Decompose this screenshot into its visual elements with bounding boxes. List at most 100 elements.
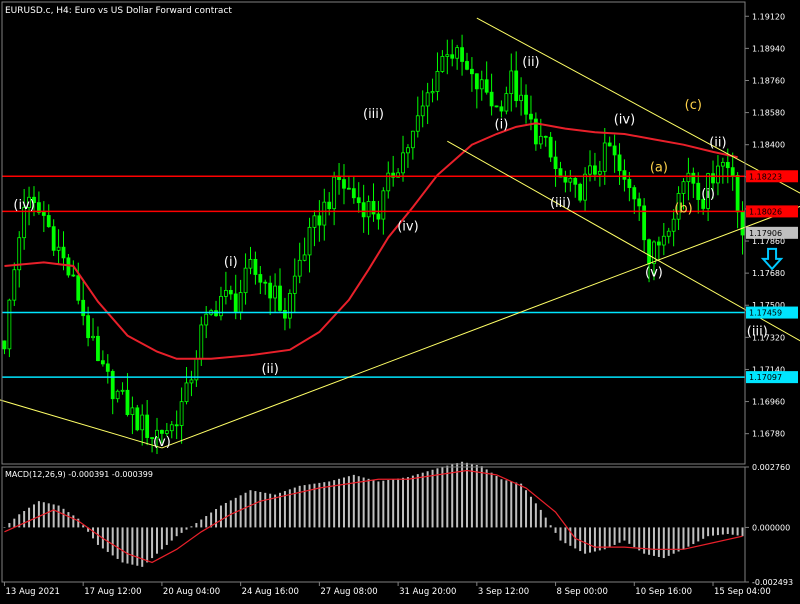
chart-title: EURUSD.c, H4: Euro vs US Dollar Forward …: [5, 6, 232, 16]
candle-body: [716, 165, 720, 184]
macd-histogram-bar: [126, 527, 129, 564]
wave-label: (i): [495, 118, 509, 133]
candle-body: [268, 282, 273, 299]
macd-histogram-bar: [32, 504, 35, 528]
macd-histogram-bar: [520, 483, 523, 528]
candle-body: [548, 136, 553, 158]
chart-canvas[interactable]: EURUSD.c, H4: Euro vs US Dollar Forward …: [0, 0, 800, 600]
candle-body: [529, 113, 533, 120]
candle-body: [199, 324, 204, 360]
candle-body: [376, 213, 381, 220]
macd-histogram-bar: [421, 472, 424, 528]
macd-histogram-bar: [554, 527, 557, 533]
candle-body: [519, 94, 524, 102]
macd-histogram-bar: [23, 511, 26, 528]
macd-histogram-bar: [111, 527, 114, 556]
candle-body: [583, 173, 587, 201]
candle-body: [184, 382, 189, 403]
candle-body: [465, 61, 469, 70]
candle-body: [81, 299, 86, 317]
candle-body: [588, 165, 592, 175]
macd-histogram-bar: [559, 527, 562, 541]
macd-histogram-bar: [106, 527, 109, 552]
macd-histogram-bar: [377, 481, 380, 528]
candle-body: [720, 161, 725, 167]
candle-body: [499, 106, 504, 112]
candle-body: [455, 47, 460, 59]
candle-body: [135, 407, 140, 431]
candle-body: [543, 135, 548, 138]
macd-histogram-bar: [264, 492, 267, 528]
macd-histogram-bar: [283, 491, 286, 528]
macd-histogram-bar: [618, 527, 621, 543]
macd-histogram-bar: [657, 527, 660, 557]
candle-body: [479, 79, 484, 90]
candle-body: [105, 363, 110, 372]
candle-body: [169, 424, 174, 432]
candle-body: [504, 93, 509, 112]
macd-histogram-bar: [382, 480, 385, 528]
macd-histogram-bar: [741, 527, 744, 537]
macd-histogram-bar: [357, 476, 360, 528]
macd-histogram-bar: [175, 527, 178, 537]
macd-histogram-bar: [529, 496, 532, 528]
candle-body: [474, 73, 479, 90]
macd-histogram-bar: [638, 527, 641, 551]
candle-body: [730, 167, 735, 176]
wave-label: (b): [674, 201, 692, 216]
candle-body: [740, 211, 745, 236]
macd-histogram-bar: [707, 527, 710, 537]
wave-label: (ii): [709, 135, 726, 150]
macd-histogram-bar: [702, 527, 705, 539]
macd-histogram-bar: [328, 481, 331, 528]
macd-histogram-bar: [72, 515, 75, 528]
macd-histogram-bar: [279, 492, 282, 528]
level-price-label: 1.18223: [749, 172, 782, 181]
candle-body: [686, 172, 691, 183]
macd-histogram-bar: [589, 527, 592, 553]
candle-body: [656, 241, 661, 246]
candle-body: [366, 201, 371, 218]
macd-histogram-bar: [726, 527, 729, 534]
level-price-label: 1.17097: [749, 373, 782, 382]
macd-histogram-bar: [254, 491, 257, 528]
wave-label: (iv): [397, 219, 418, 234]
macd-histogram-bar: [323, 482, 326, 528]
candle-body: [415, 115, 420, 132]
macd-histogram-bar: [475, 465, 478, 528]
macd-histogram-bar: [687, 527, 690, 547]
candle-body: [86, 315, 91, 339]
candle-body: [263, 281, 268, 284]
macd-histogram-bar: [534, 503, 537, 528]
macd-histogram-bar: [57, 505, 60, 528]
price-tick-label: 1.18580: [752, 109, 785, 118]
candle-body: [450, 54, 455, 59]
candle-body: [258, 274, 263, 283]
macd-histogram-bar: [180, 527, 183, 533]
candle-body: [647, 239, 651, 264]
trading-chart[interactable]: EURUSD.c, H4: Euro vs US Dollar Forward …: [0, 0, 800, 600]
candle-body: [160, 429, 164, 434]
macd-histogram-bar: [3, 527, 6, 528]
macd-histogram-bar: [37, 501, 40, 528]
macd-histogram-bar: [338, 478, 341, 528]
macd-histogram-bar: [692, 527, 695, 545]
candle-body: [696, 182, 701, 200]
candle-body: [76, 275, 81, 301]
candle-body: [607, 142, 612, 147]
candle-body: [125, 389, 130, 415]
macd-histogram-bar: [731, 527, 734, 535]
macd-histogram-bar: [318, 482, 321, 528]
candle-body: [711, 173, 715, 184]
candle-body: [346, 187, 351, 190]
candle-body: [356, 197, 361, 204]
candle-body: [470, 68, 474, 75]
candle-body: [725, 161, 730, 169]
candle-body: [524, 94, 528, 115]
candle-body: [538, 135, 543, 145]
candle-body: [381, 190, 386, 220]
candle-body: [248, 258, 253, 269]
candle-body: [100, 360, 105, 365]
candle-body: [460, 47, 464, 62]
price-tick-label: 1.16960: [752, 398, 785, 407]
